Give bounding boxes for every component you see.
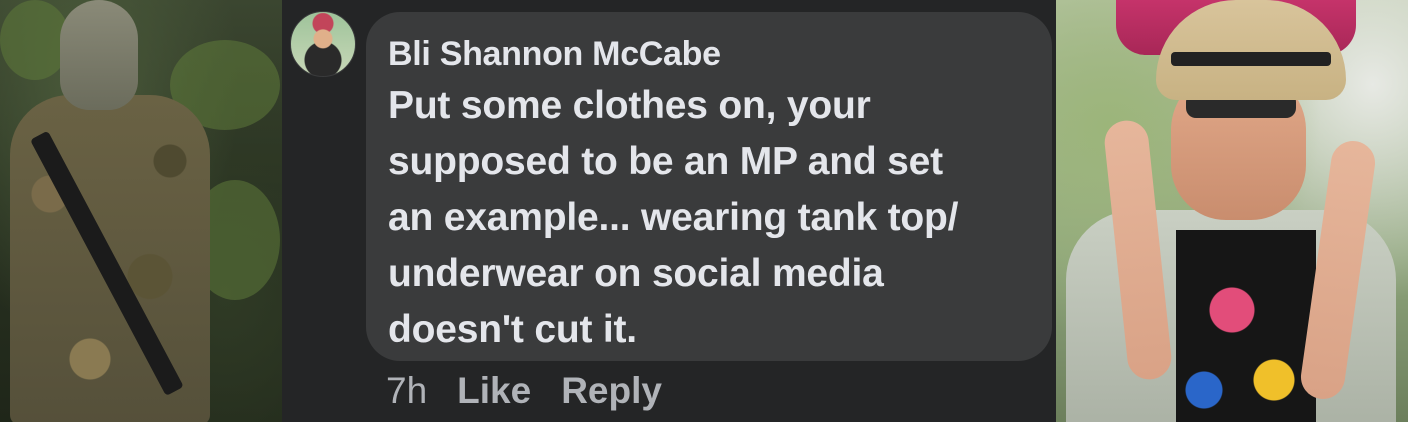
like-button[interactable]: Like xyxy=(457,370,531,412)
reply-button[interactable]: Reply xyxy=(561,370,662,412)
comment-container: Bli Shannon McCabe Put some clothes on, … xyxy=(282,0,1056,422)
comment-actions: 7h Like Reply xyxy=(386,368,662,414)
comment-text-line: Put some clothes on, your xyxy=(388,84,871,127)
avatar[interactable] xyxy=(290,11,356,77)
comment-text-line: an example... wearing tank top/ xyxy=(388,196,959,239)
hat-band-shape xyxy=(1171,52,1331,66)
soldier-head xyxy=(60,0,138,110)
comment-timestamp[interactable]: 7h xyxy=(386,370,427,412)
tshirt-shape xyxy=(1176,230,1316,422)
man-with-child-photo xyxy=(1056,0,1408,422)
comment-text-line: supposed to be an MP and set xyxy=(388,140,943,183)
screenshot-collage: Bli Shannon McCabe Put some clothes on, … xyxy=(0,0,1408,422)
comment-text-line: doesn't cut it. xyxy=(388,308,637,351)
comment-text: Put some clothes on, your supposed to be… xyxy=(388,78,1026,358)
comment-text-line: underwear on social media xyxy=(388,252,884,295)
comment-bubble: Bli Shannon McCabe Put some clothes on, … xyxy=(366,12,1052,361)
comment-author[interactable]: Bli Shannon McCabe xyxy=(388,34,1026,74)
soldier-photo xyxy=(0,0,282,422)
